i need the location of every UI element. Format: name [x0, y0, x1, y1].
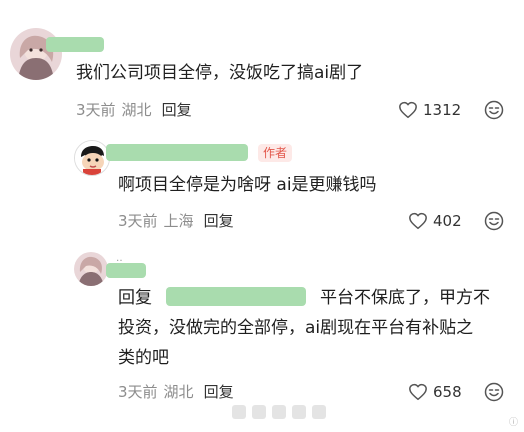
reply-button[interactable]: 回复	[162, 101, 192, 119]
like-button[interactable]: 658	[408, 382, 462, 402]
comment-meta: 3天前 湖北 回复	[76, 100, 192, 120]
comment-line-3: 类的吧	[118, 348, 169, 368]
heart-outline-icon	[399, 101, 417, 119]
emoji-react-button[interactable]	[484, 100, 504, 124]
comment-meta: 3天前 湖北 回复	[118, 382, 234, 402]
like-count: 1312	[423, 101, 462, 119]
comment-time: 3天前	[118, 383, 158, 401]
author-avatar[interactable]	[74, 140, 110, 176]
comment-time: 3天前	[118, 212, 158, 230]
heart-outline-icon	[409, 212, 427, 230]
emoji-react-button[interactable]	[484, 211, 504, 235]
smiley-face-icon	[484, 100, 504, 120]
username-masked[interactable]	[46, 37, 104, 52]
smiley-face-icon	[484, 211, 504, 231]
avatar-image	[10, 28, 62, 80]
comment-text-part-1: 平台不保底了，甲方不	[320, 288, 490, 308]
like-button[interactable]: 402	[408, 211, 462, 231]
comment-text: 啊项目全停是为啥呀 ai是更赚钱吗	[118, 175, 377, 195]
like-button[interactable]: 1312	[398, 100, 461, 120]
comment-line-2: 投资，没做完的全部停，ai剧现在平台有补贴之	[118, 318, 474, 338]
author-badge: 作者	[258, 144, 293, 162]
avatar-image	[75, 141, 109, 175]
comment-text: 我们公司项目全停，没饭吃了搞ai剧了	[76, 63, 364, 83]
reply-button[interactable]: 回复	[204, 212, 234, 230]
comment-text: 回复 平台不保底了，甲方不 投资，没做完的全部停，ai剧现在平台有补贴之 类的吧	[118, 283, 518, 373]
user-avatar[interactable]	[10, 28, 62, 80]
comment-line-1: 回复 平台不保底了，甲方不	[118, 283, 518, 313]
smiley-face-icon	[484, 382, 504, 402]
comment-location: 湖北	[121, 101, 152, 119]
like-count: 402	[433, 212, 462, 230]
username-masked[interactable]	[106, 144, 248, 161]
comment-location: 湖北	[163, 383, 194, 401]
watermark-icon: ⓘ	[508, 418, 518, 428]
comment-time: 3天前	[76, 101, 116, 119]
heart-outline-icon	[409, 383, 427, 401]
reply-target-masked[interactable]	[166, 287, 306, 306]
watermark-logo	[232, 405, 352, 423]
username-masked[interactable]	[106, 263, 146, 278]
reply-prefix: 回复	[118, 288, 152, 308]
like-count: 658	[433, 383, 462, 401]
reply-button[interactable]: 回复	[204, 383, 234, 401]
comment-meta: 3天前 上海 回复	[118, 211, 234, 231]
avatar-image	[74, 252, 108, 286]
comment-location: 上海	[163, 212, 194, 230]
user-avatar[interactable]	[74, 252, 108, 286]
emoji-react-button[interactable]	[484, 382, 504, 406]
